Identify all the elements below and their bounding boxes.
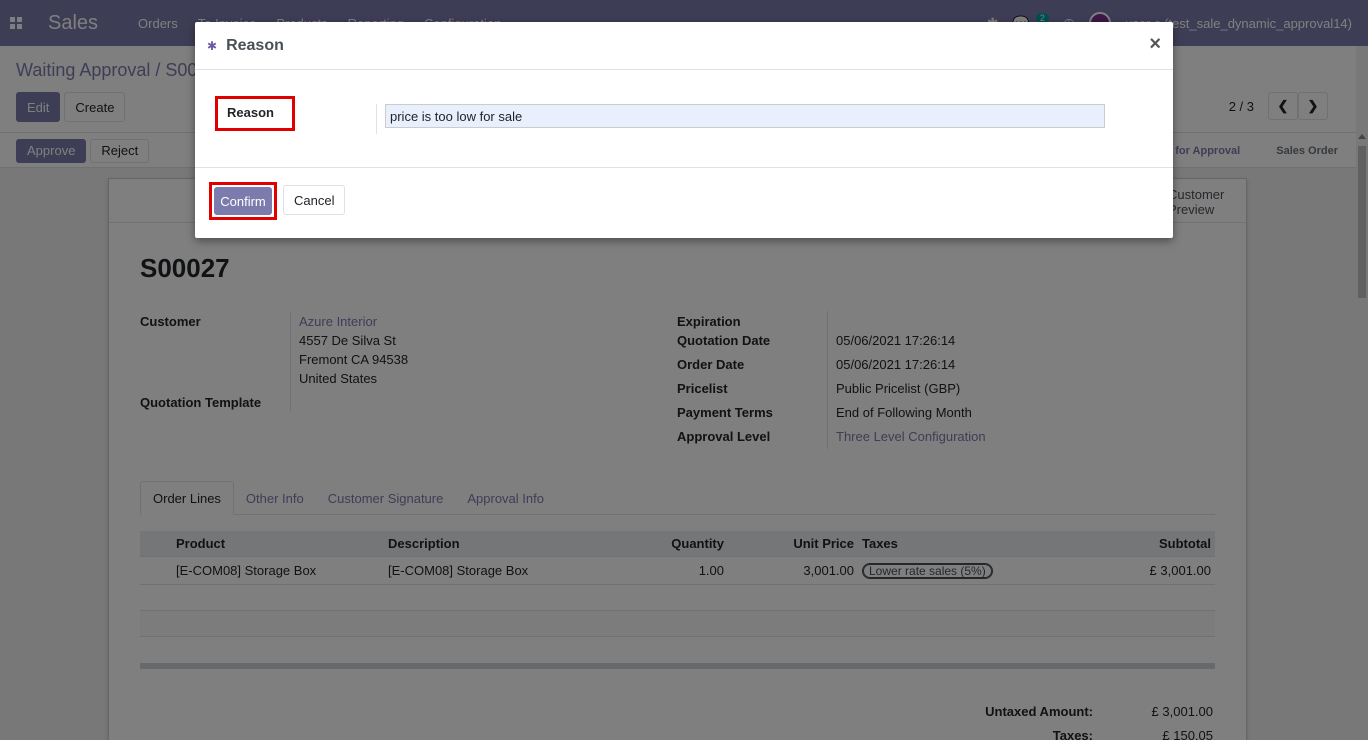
confirm-button[interactable]: Confirm (214, 187, 272, 215)
cancel-button[interactable]: Cancel (283, 185, 346, 215)
confirm-highlight: Confirm (209, 182, 277, 220)
dialog-title: Reason (226, 36, 284, 54)
reason-input[interactable] (385, 104, 1105, 128)
bug-icon: ✱ (207, 38, 218, 53)
dialog-footer: Confirm Cancel (195, 168, 1173, 238)
reason-label: Reason (215, 96, 295, 131)
dialog-header: ✱ Reason (195, 22, 1173, 70)
reason-dialog: ✱ Reason × Reason Confirm Cancel (195, 22, 1173, 238)
dialog-body: Reason (195, 70, 1173, 168)
close-icon[interactable]: × (1149, 34, 1161, 54)
